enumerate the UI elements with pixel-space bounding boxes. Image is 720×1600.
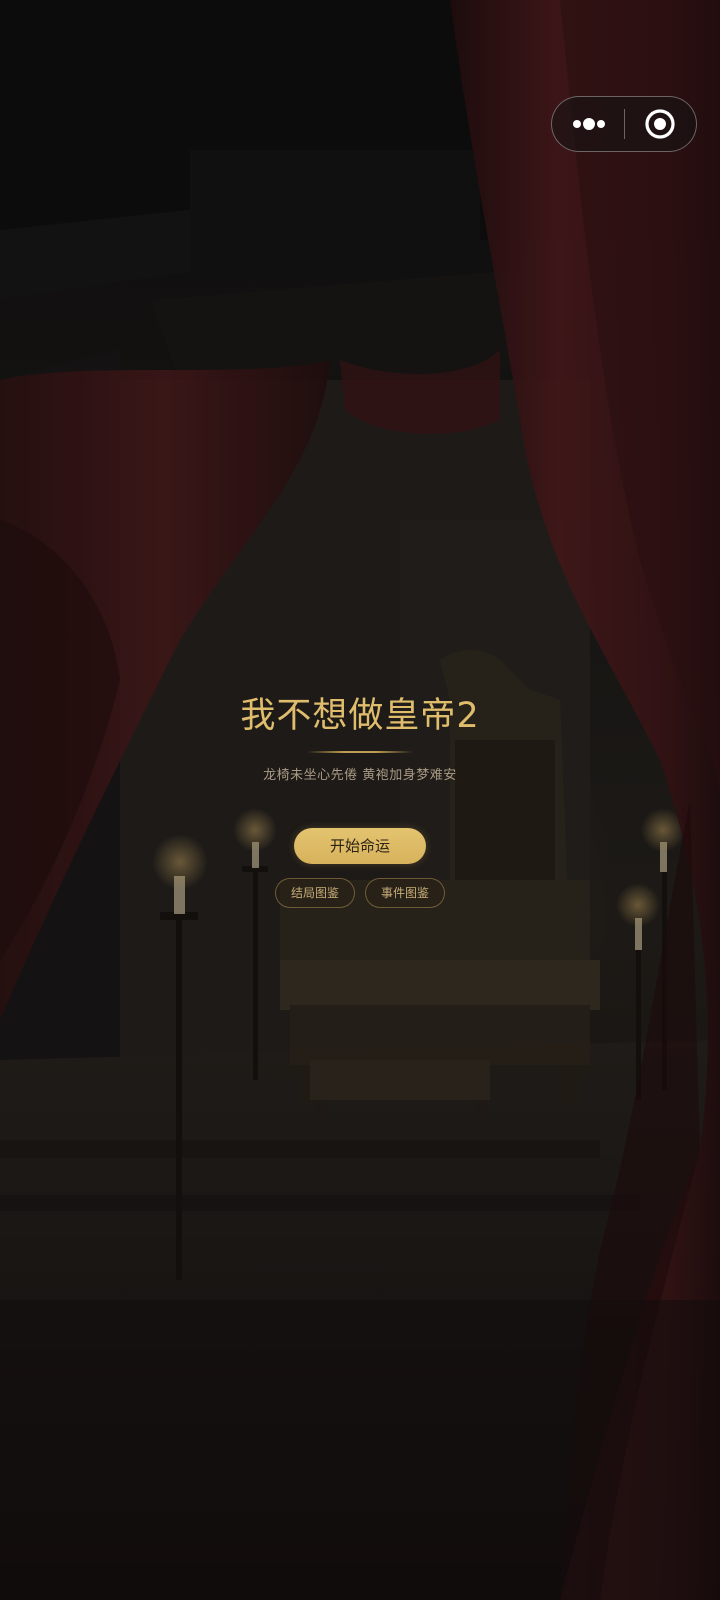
start-fate-button[interactable]: 开始命运: [294, 828, 426, 864]
game-start-screen: 我不想做皇帝2 龙椅未坐心先倦 黄袍加身梦难安 开始命运 结局图鉴 事件图鉴: [0, 0, 720, 1600]
more-dots-icon: [573, 118, 605, 130]
throne-room-background: [0, 0, 720, 1600]
target-circle-icon: [645, 109, 675, 139]
title-block: 我不想做皇帝2 龙椅未坐心先倦 黄袍加身梦难安: [0, 692, 720, 786]
capsule-menu: [551, 96, 697, 152]
more-options-button[interactable]: [552, 97, 624, 150]
events-gallery-button[interactable]: 事件图鉴: [365, 878, 445, 908]
close-miniprogram-button[interactable]: [625, 97, 696, 150]
game-title: 我不想做皇帝2: [240, 696, 480, 736]
game-subtitle: 龙椅未坐心先倦 黄袍加身梦难安: [263, 768, 457, 783]
endings-gallery-button[interactable]: 结局图鉴: [275, 878, 355, 908]
title-divider: [307, 751, 413, 753]
